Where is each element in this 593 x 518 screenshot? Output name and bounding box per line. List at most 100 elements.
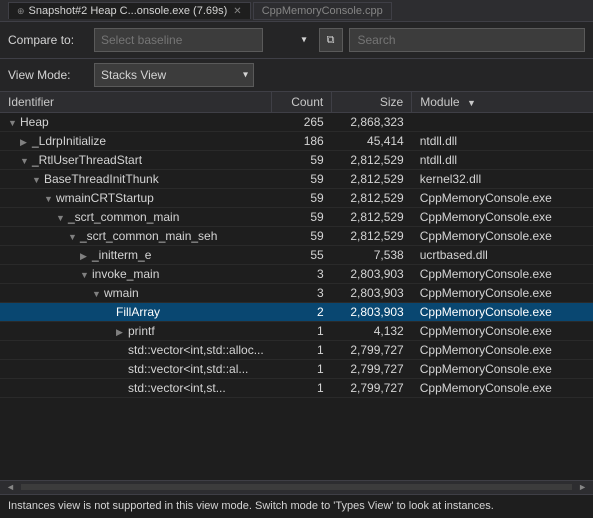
table-scroll[interactable]: Identifier Count Size Module ▼ — [0, 92, 593, 398]
expand-icon[interactable]: ▼ — [68, 232, 78, 242]
cell-identifier-text: _initterm_e — [92, 248, 151, 262]
cell-identifier: std::vector<int,std::al... — [0, 360, 272, 379]
expand-icon[interactable]: ▼ — [80, 270, 90, 280]
cell-size: 2,803,903 — [332, 303, 412, 322]
table-row[interactable]: ▼Heap2652,868,323 — [0, 113, 593, 132]
expand-icon[interactable]: ▼ — [32, 175, 42, 185]
cell-count: 186 — [272, 132, 332, 151]
cell-identifier-text: printf — [128, 324, 155, 338]
cell-module — [412, 113, 593, 132]
cell-identifier-text: FillArray — [116, 305, 160, 319]
expand-icon[interactable]: ▶ — [116, 327, 126, 338]
cell-identifier: std::vector<int,std::alloc... — [0, 341, 272, 360]
table-row[interactable]: FillArray22,803,903CppMemoryConsole.exe — [0, 303, 593, 322]
cell-identifier-text: Heap — [20, 115, 49, 129]
viewmode-select[interactable]: Stacks View Types View Instances View — [94, 63, 254, 87]
col-header-count[interactable]: Count — [272, 92, 332, 113]
cell-count: 1 — [272, 360, 332, 379]
expand-icon[interactable]: ▶ — [20, 137, 30, 148]
cell-identifier: std::vector<int,st... — [0, 379, 272, 398]
cell-identifier-text: std::vector<int,std::alloc... — [128, 343, 264, 357]
baseline-select[interactable] — [94, 28, 263, 52]
table-row[interactable]: ▼invoke_main32,803,903CppMemoryConsole.e… — [0, 265, 593, 284]
cell-count: 265 — [272, 113, 332, 132]
hscroll-track[interactable] — [21, 484, 572, 490]
cell-count: 59 — [272, 227, 332, 246]
cell-size: 7,538 — [332, 246, 412, 265]
compare-toolbar: Compare to: ▾ ⧉ — [0, 22, 593, 59]
cell-identifier-text: _scrt_common_main — [68, 210, 179, 224]
cell-identifier-text: wmainCRTStartup — [56, 191, 154, 205]
cell-identifier: ▼_RtlUserThreadStart — [0, 151, 272, 170]
cell-module: CppMemoryConsole.exe — [412, 341, 593, 360]
cell-identifier: ▼_scrt_common_main — [0, 208, 272, 227]
table-header-row: Identifier Count Size Module ▼ — [0, 92, 593, 113]
filter-button[interactable]: ⧉ — [319, 28, 343, 52]
cell-identifier-text: _RtlUserThreadStart — [32, 153, 142, 167]
baseline-select-wrapper: ▾ — [94, 28, 313, 52]
table-row[interactable]: ▶printf14,132CppMemoryConsole.exe — [0, 322, 593, 341]
snapshot-tab[interactable]: ⊕ Snapshot#2 Heap C...onsole.exe (7.69s)… — [8, 2, 251, 19]
cell-identifier: ▶_initterm_e — [0, 246, 272, 265]
module-sort-icon: ▼ — [467, 98, 476, 108]
expand-icon[interactable]: ▼ — [8, 118, 18, 128]
table-row[interactable]: ▼BaseThreadInitThunk592,812,529kernel32.… — [0, 170, 593, 189]
cell-size: 2,812,529 — [332, 170, 412, 189]
cpp-file-tab[interactable]: CppMemoryConsole.cpp — [253, 2, 392, 20]
table-row[interactable]: ▶_initterm_e557,538ucrtbased.dll — [0, 246, 593, 265]
table-row[interactable]: ▼wmain32,803,903CppMemoryConsole.exe — [0, 284, 593, 303]
status-message: Instances view is not supported in this … — [8, 500, 494, 512]
cell-size: 2,799,727 — [332, 341, 412, 360]
cell-count: 59 — [272, 189, 332, 208]
cell-identifier-text: _LdrpInitialize — [32, 134, 106, 148]
cell-size: 45,414 — [332, 132, 412, 151]
expand-icon[interactable]: ▶ — [80, 251, 90, 262]
cell-identifier: ▼_scrt_common_main_seh — [0, 227, 272, 246]
col-header-size[interactable]: Size — [332, 92, 412, 113]
search-input[interactable] — [349, 28, 586, 52]
cell-module: CppMemoryConsole.exe — [412, 379, 593, 398]
expand-icon[interactable]: ▼ — [92, 289, 102, 299]
cell-module: CppMemoryConsole.exe — [412, 265, 593, 284]
cell-size: 2,799,727 — [332, 379, 412, 398]
expand-icon[interactable]: ▼ — [20, 156, 30, 166]
table-row[interactable]: ▼wmainCRTStartup592,812,529CppMemoryCons… — [0, 189, 593, 208]
table-row[interactable]: std::vector<int,std::alloc...12,799,727C… — [0, 341, 593, 360]
table-row[interactable]: std::vector<int,std::al...12,799,727CppM… — [0, 360, 593, 379]
table-body: ▼Heap2652,868,323▶_LdrpInitialize18645,4… — [0, 113, 593, 398]
table-row[interactable]: ▼_scrt_common_main592,812,529CppMemoryCo… — [0, 208, 593, 227]
table-row[interactable]: ▶_LdrpInitialize 18645,414ntdll.dll — [0, 132, 593, 151]
viewmode-select-wrapper: Stacks View Types View Instances View ▾ — [94, 63, 254, 87]
expand-icon[interactable]: ▼ — [44, 194, 54, 204]
cell-size: 2,812,529 — [332, 189, 412, 208]
cell-size: 2,812,529 — [332, 208, 412, 227]
cell-identifier-text: invoke_main — [92, 267, 159, 281]
title-bar: ⊕ Snapshot#2 Heap C...onsole.exe (7.69s)… — [0, 0, 593, 22]
viewmode-toolbar: View Mode: Stacks View Types View Instan… — [0, 59, 593, 92]
col-header-identifier[interactable]: Identifier — [0, 92, 272, 113]
cell-size: 2,812,529 — [332, 151, 412, 170]
table-row[interactable]: ▼_RtlUserThreadStart592,812,529ntdll.dll — [0, 151, 593, 170]
hscroll-right-btn[interactable]: ► — [576, 482, 589, 492]
cell-count: 1 — [272, 379, 332, 398]
cell-identifier: ▼BaseThreadInitThunk — [0, 170, 272, 189]
tab-close-icon[interactable]: ✕ — [233, 6, 241, 17]
expand-icon[interactable]: ▼ — [56, 213, 66, 223]
viewmode-label: View Mode: — [8, 68, 88, 82]
table-row[interactable]: ▼_scrt_common_main_seh592,812,529CppMemo… — [0, 227, 593, 246]
cell-identifier-text: std::vector<int,st... — [128, 381, 226, 395]
cell-identifier: ▶printf — [0, 322, 272, 341]
col-header-module[interactable]: Module ▼ — [412, 92, 593, 113]
compare-label: Compare to: — [8, 33, 88, 47]
cell-identifier: ▼wmain — [0, 284, 272, 303]
filter-icon: ⧉ — [327, 34, 335, 47]
cell-size: 2,812,529 — [332, 227, 412, 246]
snapshot-tab-label: Snapshot#2 Heap C...onsole.exe (7.69s) — [29, 5, 228, 17]
cell-identifier-text: wmain — [104, 286, 139, 300]
cell-module: ntdll.dll — [412, 132, 593, 151]
hscroll-left-btn[interactable]: ◄ — [4, 482, 17, 492]
cell-identifier-text: BaseThreadInitThunk — [44, 172, 159, 186]
cell-size: 2,799,727 — [332, 360, 412, 379]
table-row[interactable]: std::vector<int,st... 12,799,727CppMemory… — [0, 379, 593, 398]
hscroll-bar[interactable]: ◄ ► — [0, 480, 593, 494]
